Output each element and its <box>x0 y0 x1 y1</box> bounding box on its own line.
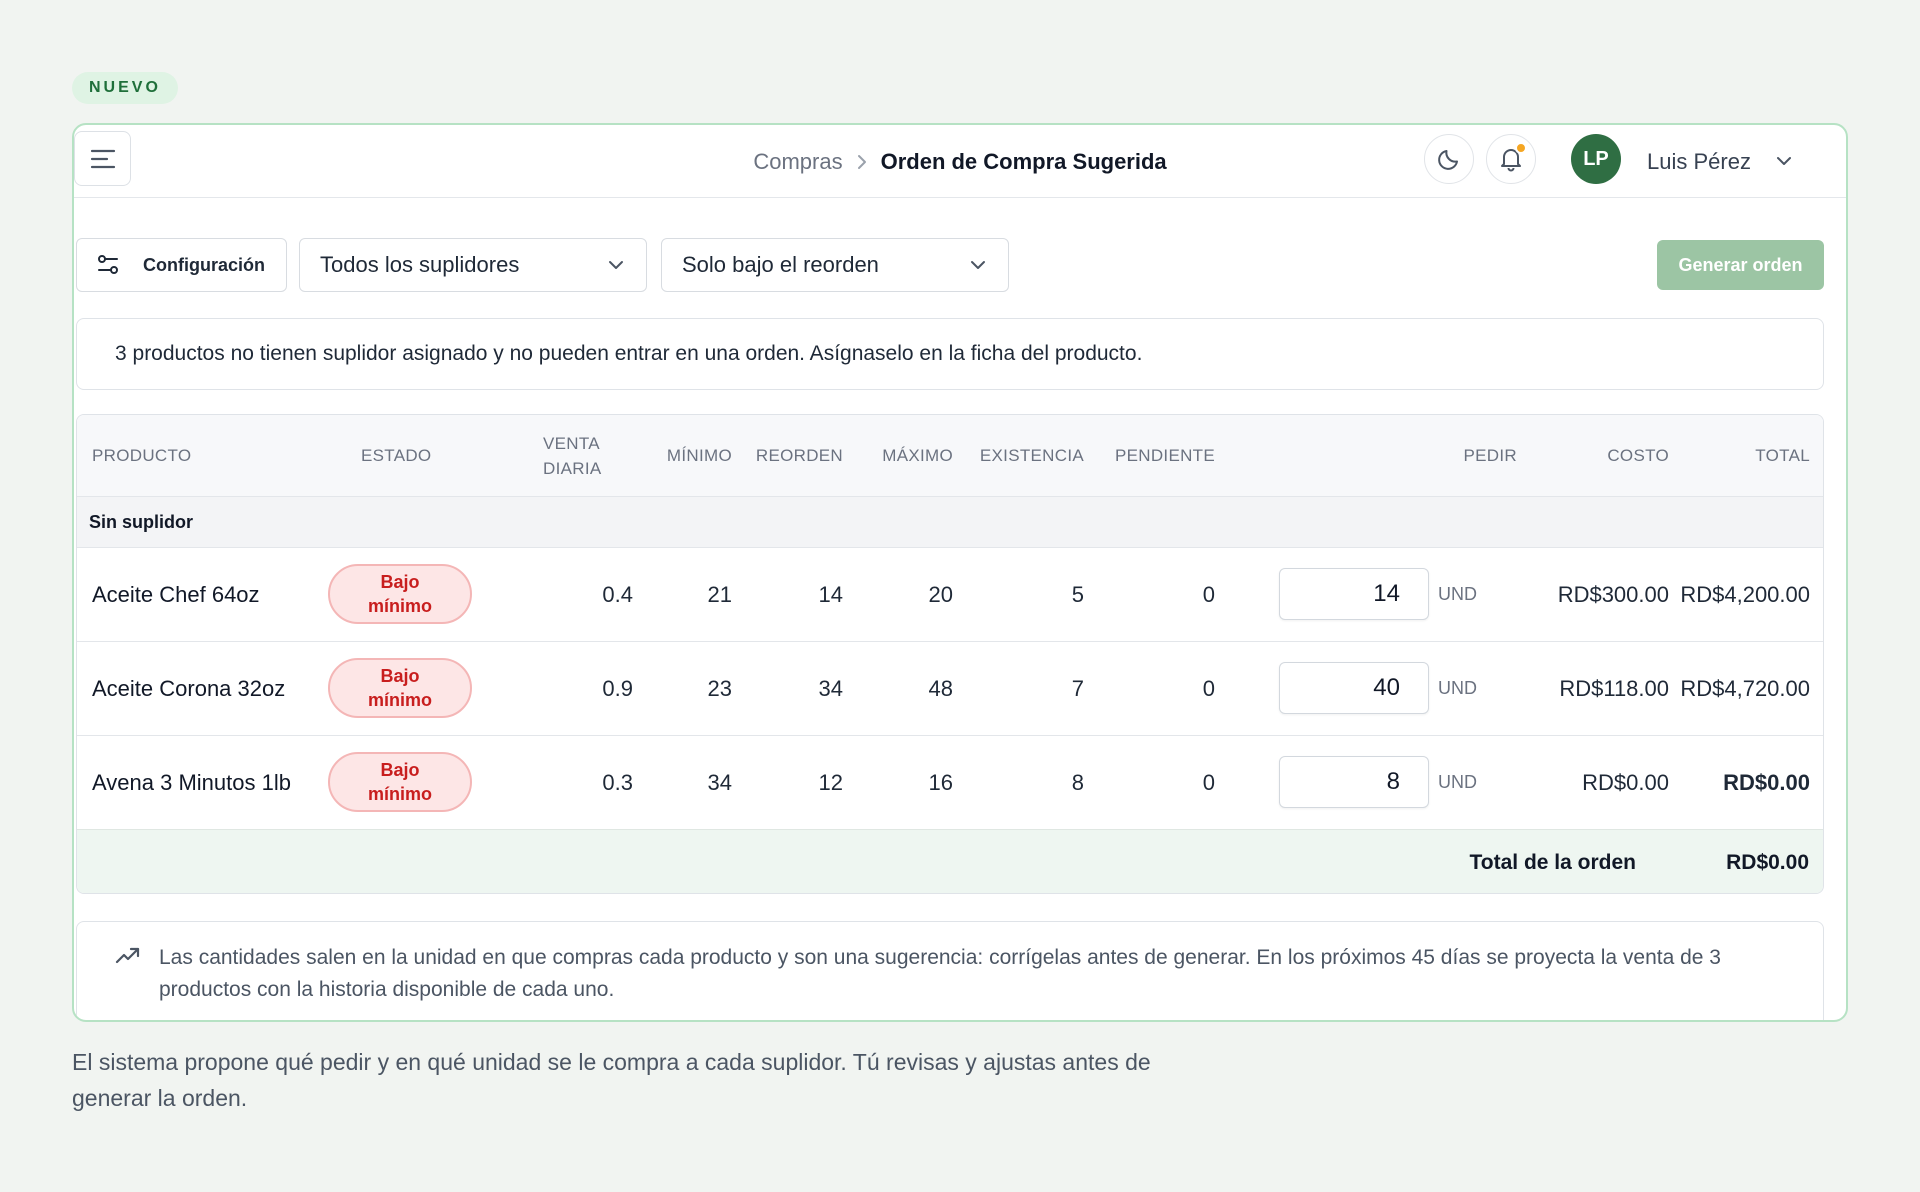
menu-button[interactable] <box>74 131 131 186</box>
table-header: PRODUCTO ESTADO VENTA DIARIA MÍNIMO REOR… <box>77 415 1823 497</box>
theme-toggle-button[interactable] <box>1424 134 1474 184</box>
order-quantity-input[interactable] <box>1279 756 1429 808</box>
breadcrumb-compras[interactable]: Compras <box>753 149 842 175</box>
config-button[interactable]: Configuración <box>76 238 287 292</box>
order-total-value: RD$0.00 <box>1726 850 1809 874</box>
app-window: Compras Orden de Compra Sugerida LP Luis… <box>72 123 1848 1022</box>
reorden: 12 <box>818 769 843 795</box>
missing-supplier-notice: 3 productos no tienen suplidor asignado … <box>76 318 1824 390</box>
product-name: Aceite Corona 32oz <box>92 675 286 701</box>
notification-dot <box>1515 142 1527 154</box>
col-costo[interactable]: COSTO <box>1527 415 1669 497</box>
costo: RD$118.00 <box>1559 675 1669 701</box>
status-line2: mínimo <box>367 596 432 616</box>
top-bar: Compras Orden de Compra Sugerida LP Luis… <box>74 125 1846 198</box>
user-name[interactable]: Luis Pérez <box>1647 125 1751 198</box>
col-venta-diaria-line2: DIARIA <box>543 459 602 478</box>
status-line1: Bajo <box>380 760 420 780</box>
venta-diaria: 0.9 <box>602 675 633 701</box>
minimo: 21 <box>707 581 732 607</box>
maximo: 20 <box>928 581 953 607</box>
total: RD$4,720.00 <box>1680 675 1810 701</box>
order-quantity-input[interactable] <box>1279 662 1429 714</box>
menu-icon <box>90 149 115 168</box>
status-badge: Bajo mínimo <box>328 752 472 812</box>
total: RD$4,200.00 <box>1680 581 1810 607</box>
generate-order-button[interactable]: Generar orden <box>1657 240 1824 290</box>
total: RD$0.00 <box>1723 769 1810 795</box>
chevron-down-icon[interactable] <box>1774 151 1794 171</box>
table-row: Aceite Chef 64oz Bajo mínimo 0.4 21 14 20… <box>77 548 1823 642</box>
col-minimo[interactable]: MÍNIMO <box>637 415 732 497</box>
sliders-icon <box>98 255 118 274</box>
unit-label: UND <box>1438 584 1477 604</box>
col-reorden[interactable]: REORDEN <box>737 415 843 497</box>
reorder-select[interactable]: Solo bajo el reorden <box>661 238 1009 292</box>
maximo: 16 <box>928 769 953 795</box>
supplier-select-value: Todos los suplidores <box>320 252 520 277</box>
product-name: Avena 3 Minutos 1lb <box>92 769 291 795</box>
trending-up-icon <box>115 947 140 964</box>
pendiente: 0 <box>1202 675 1215 701</box>
reorden: 14 <box>818 581 843 607</box>
unit-label: UND <box>1438 678 1477 698</box>
status-line2: mínimo <box>367 690 432 710</box>
avatar[interactable]: LP <box>1571 134 1621 184</box>
col-venta-diaria[interactable]: VENTA DIARIA <box>543 415 633 497</box>
supplier-select[interactable]: Todos los suplidores <box>299 238 647 292</box>
minimo: 23 <box>707 675 732 701</box>
minimo: 34 <box>707 769 732 795</box>
chevron-down-icon <box>609 261 623 269</box>
existencia: 5 <box>1071 581 1084 607</box>
status-line1: Bajo <box>380 572 420 592</box>
costo: RD$300.00 <box>1557 581 1669 607</box>
maximo: 48 <box>928 675 953 701</box>
col-producto[interactable]: PRODUCTO <box>92 415 191 497</box>
product-name: Aceite Chef 64oz <box>92 581 260 607</box>
col-existencia[interactable]: EXISTENCIA <box>957 415 1084 497</box>
info-text: Las cantidades salen en la unidad en que… <box>159 946 1721 1001</box>
status-badge: Bajo mínimo <box>328 564 472 624</box>
venta-diaria: 0.3 <box>602 769 633 795</box>
table-row: Aceite Corona 32oz Bajo mínimo 0.9 23 34 … <box>77 642 1823 736</box>
col-venta-diaria-line1: VENTA <box>543 434 600 453</box>
page-title: Orden de Compra Sugerida <box>880 148 1167 174</box>
existencia: 7 <box>1071 675 1084 701</box>
reorder-select-value: Solo bajo el reorden <box>682 252 879 277</box>
reorden: 34 <box>818 675 843 701</box>
pendiente: 0 <box>1202 581 1215 607</box>
moon-icon <box>1438 150 1458 170</box>
status-badge: Bajo mínimo <box>328 658 472 718</box>
notice-text: 3 productos no tienen suplidor asignado … <box>115 342 1143 365</box>
chevron-right-icon <box>857 154 867 170</box>
col-pendiente[interactable]: PENDIENTE <box>1087 415 1215 497</box>
existencia: 8 <box>1071 769 1084 795</box>
caption: El sistema propone qué pedir y en qué un… <box>72 1049 1151 1111</box>
new-badge: NUEVO <box>72 72 178 104</box>
costo: RD$0.00 <box>1582 769 1669 795</box>
col-maximo[interactable]: MÁXIMO <box>847 415 953 497</box>
col-pedir[interactable]: PEDIR <box>1407 415 1517 497</box>
unit-label: UND <box>1438 772 1477 792</box>
info-box: Las cantidades salen en la unidad en que… <box>76 921 1824 1020</box>
table-row: Avena 3 Minutos 1lb Bajo mínimo 0.3 34 12… <box>77 736 1823 830</box>
status-line1: Bajo <box>380 666 420 686</box>
col-estado[interactable]: ESTADO <box>361 415 431 497</box>
venta-diaria: 0.4 <box>602 581 633 607</box>
col-total[interactable]: TOTAL <box>1677 415 1810 497</box>
pendiente: 0 <box>1202 769 1215 795</box>
config-label: Configuración <box>143 254 265 275</box>
order-total-label: Total de la orden <box>1469 850 1636 874</box>
order-quantity-input[interactable] <box>1279 568 1429 620</box>
order-total-row: Total de la orden RD$0.00 <box>77 830 1823 893</box>
order-table: PRODUCTO ESTADO VENTA DIARIA MÍNIMO REOR… <box>76 414 1824 894</box>
notifications-button[interactable] <box>1486 134 1536 184</box>
group-sin-suplidor: Sin suplidor <box>77 497 1823 548</box>
status-line2: mínimo <box>367 784 432 804</box>
chevron-down-icon <box>971 261 985 269</box>
